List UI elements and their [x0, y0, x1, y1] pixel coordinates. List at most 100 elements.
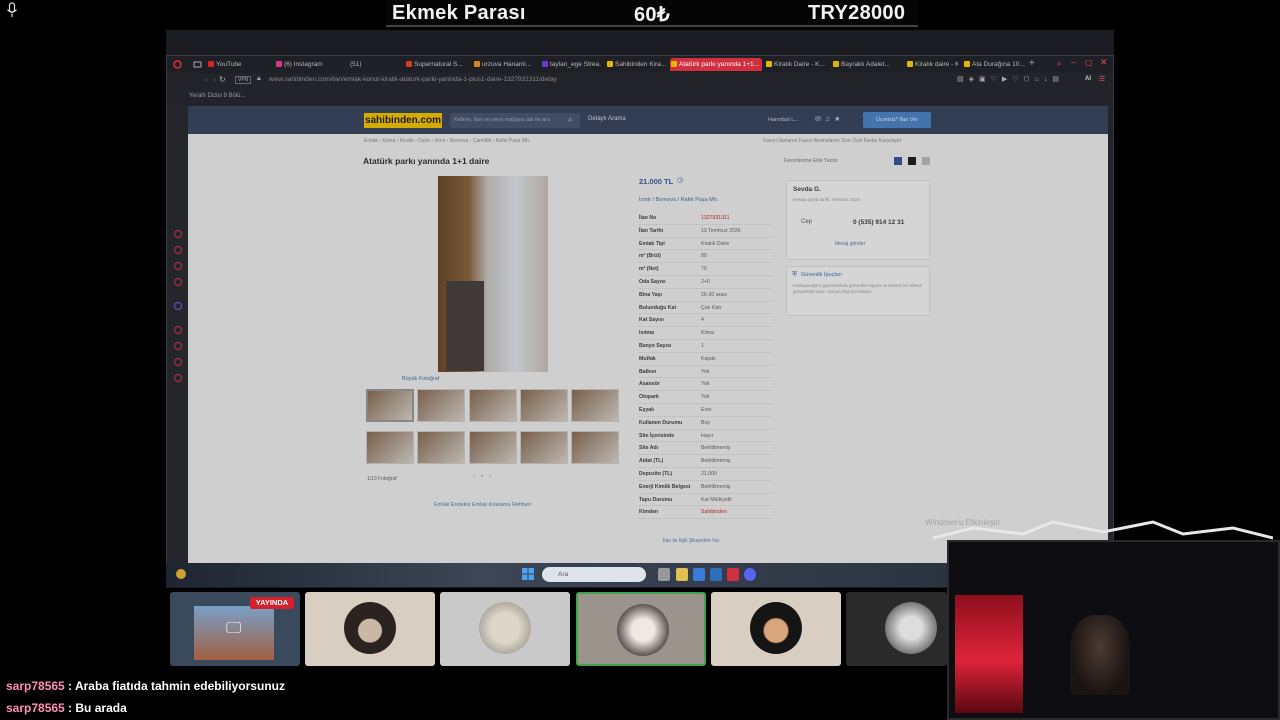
browser-tab[interactable]: taylan_ege Strea... — [541, 58, 601, 71]
browser-tab[interactable]: (6) Instagram — [275, 58, 337, 71]
participant-tile[interactable] — [440, 592, 570, 666]
opera-taskbar-icon[interactable] — [727, 568, 739, 581]
webcam-rgb-light — [955, 595, 1023, 713]
avatar — [479, 602, 531, 654]
facebook-share-icon[interactable] — [894, 157, 902, 165]
post-ad-button[interactable]: Ücretsiz* İlan Ver — [863, 112, 931, 128]
avatar — [617, 604, 669, 656]
photo-thumbnail[interactable] — [520, 431, 568, 464]
header-icons[interactable]: ✉♫★ — [815, 115, 844, 123]
microphone-icon — [7, 2, 17, 17]
detail-value: 4 — [701, 317, 704, 324]
participant-tile[interactable] — [711, 592, 841, 666]
bookmark-item[interactable]: Yeraltı Dizisi 9 Bölü... — [189, 93, 245, 99]
sidebar-player-icon[interactable] — [174, 262, 182, 270]
x-share-icon[interactable] — [908, 157, 916, 165]
browser-tab[interactable]: (51) — [341, 58, 399, 71]
send-message-link[interactable]: Mesaj gönder — [835, 241, 865, 247]
safety-text: Kiralayacağınız gayrimenkulü görmeden ka… — [793, 283, 922, 294]
site-search-input[interactable]: Kelime, ilan no veya mağaza adı ile ara — [450, 113, 580, 128]
sidebar-heart-icon[interactable] — [174, 342, 182, 350]
new-tab-icon[interactable]: + — [1029, 58, 1035, 69]
thumbnail-pager[interactable]: ‹•› — [473, 474, 497, 480]
close-icon[interactable]: ✕ — [1100, 57, 1108, 68]
tab-favicon-icon — [833, 61, 839, 67]
task-view-icon[interactable] — [658, 568, 670, 581]
photo-thumbnail[interactable] — [520, 389, 568, 422]
toolbar-extension-icons[interactable]: ▤◈▣♡▶♡⬡⌂↓▤ — [957, 75, 1064, 83]
mail-icon[interactable] — [193, 60, 202, 69]
browser-tab[interactable]: Ata Durağına 10... — [963, 58, 1025, 71]
sidebar-history-icon[interactable] — [174, 230, 182, 238]
listing-location[interactable]: İzmir / Bornova / Rafet Paşa Mh. — [639, 197, 718, 203]
detail-row: Balkon Yok — [639, 366, 771, 379]
photo-thumbnail[interactable] — [366, 431, 414, 464]
account-links[interactable]: Favori İlanlarım Favori Aramalarım Size … — [763, 138, 901, 144]
participant-tile-speaking[interactable] — [576, 592, 706, 666]
safety-tips-box: ⛨ Güvenlik İpuçları Kiralayacağınız gayr… — [786, 266, 930, 316]
sidebar-bulb-icon[interactable] — [174, 358, 182, 366]
reload-icon[interactable]: ↻ — [219, 75, 226, 84]
detail-row: Depozito (TL) 21.000 — [639, 468, 771, 481]
sidebar-settings-icon[interactable] — [174, 374, 182, 382]
minimize-icon[interactable]: – — [1071, 57, 1076, 67]
detail-value: Belirtilmemiş — [701, 445, 731, 452]
big-photo-link[interactable]: Büyük Fotoğraf — [402, 376, 439, 382]
browser-tab[interactable]: urzuva Hanami... — [473, 58, 535, 71]
forward-icon[interactable]: › — [213, 75, 216, 84]
photo-thumbnail[interactable] — [571, 431, 619, 464]
browser-tab[interactable]: Supernatural S... — [405, 58, 467, 71]
back-icon[interactable]: ‹ — [205, 75, 208, 84]
detail-row: Kimden Sahibinden — [639, 506, 771, 520]
weather-icon[interactable] — [176, 569, 186, 579]
browser-tab[interactable]: YouTube — [207, 58, 267, 71]
browser-tab[interactable]: Atatürk parkı yanında 1+1... — [670, 58, 762, 71]
detail-key: Bina Yaşı — [639, 291, 662, 298]
photo-thumbnail[interactable] — [571, 389, 619, 422]
taskbar-search[interactable]: Ara — [542, 567, 646, 582]
sidebar-clock-icon[interactable] — [174, 326, 182, 334]
store-icon[interactable] — [693, 568, 705, 581]
webcam-frame-decoration — [933, 520, 1273, 540]
participant-tile[interactable] — [846, 592, 947, 666]
file-explorer-icon[interactable] — [676, 568, 688, 581]
email-share-icon[interactable] — [922, 157, 930, 165]
advanced-search-link[interactable]: Detaylı Arama — [588, 116, 626, 122]
menu-icon[interactable]: ☰ — [1099, 75, 1105, 83]
favorite-print-links[interactable]: Favorilerime Ekle Yazdır — [784, 158, 838, 164]
photo-thumbnail[interactable] — [469, 431, 517, 464]
browser-tab[interactable]: Sahibinden Kira... — [606, 58, 666, 71]
participant-tile[interactable] — [305, 592, 435, 666]
breadcrumb[interactable]: Emlak › Konut › Kiralık › Daire › İzmir … — [364, 138, 530, 144]
photo-thumbnail[interactable] — [469, 389, 517, 422]
bottom-links[interactable]: Emlak Endeksi Emlak Kiralama Rehberi — [434, 502, 531, 508]
report-link[interactable]: İlan ile İlgili Şikayetim Var — [663, 538, 719, 544]
photo-thumbnail[interactable] — [366, 389, 414, 422]
opera-logo-icon[interactable] — [173, 60, 182, 69]
photo-thumbnail[interactable] — [417, 431, 465, 464]
ai-button[interactable]: AI — [1085, 76, 1091, 82]
detail-key: Mutfak — [639, 355, 656, 362]
windows-start-icon[interactable] — [522, 568, 534, 580]
price-history-icon[interactable]: ◷ — [677, 176, 683, 184]
sidebar-bag-icon[interactable] — [174, 246, 182, 254]
browser-tab[interactable]: Bayraklı Adalet... — [832, 58, 900, 71]
app-icon[interactable] — [710, 568, 722, 581]
sidebar-messenger-icon[interactable] — [174, 278, 182, 286]
search-tabs-icon[interactable]: ⌕ — [1057, 59, 1061, 69]
webcam-streamer — [1070, 615, 1130, 695]
vpn-badge[interactable]: VPN — [235, 76, 252, 84]
user-menu[interactable]: Hannibal L... — [768, 117, 799, 123]
site-logo[interactable]: sahibinden.com — [364, 113, 442, 128]
browser-tab[interactable]: Kiralık daire - K... — [906, 58, 958, 71]
photo-thumbnail[interactable] — [417, 389, 465, 422]
lock-icon: 🔒︎ — [257, 75, 261, 82]
url-field[interactable]: www.sahibinden.com/ilan/emlak-konut-kira… — [269, 76, 557, 83]
photo-count: 1/13 Fotoğraf — [367, 476, 397, 482]
discord-icon[interactable] — [744, 568, 756, 581]
donation-stats-box: Ekmek Parası 60₺ TRY28000 — [386, 0, 918, 27]
search-icon[interactable]: ⌕ — [568, 115, 572, 125]
sidebar-twitch-icon[interactable] — [174, 302, 182, 310]
browser-tab[interactable]: Kiralık Daire - K... — [765, 58, 827, 71]
maximize-icon[interactable]: ▢ — [1085, 58, 1093, 67]
